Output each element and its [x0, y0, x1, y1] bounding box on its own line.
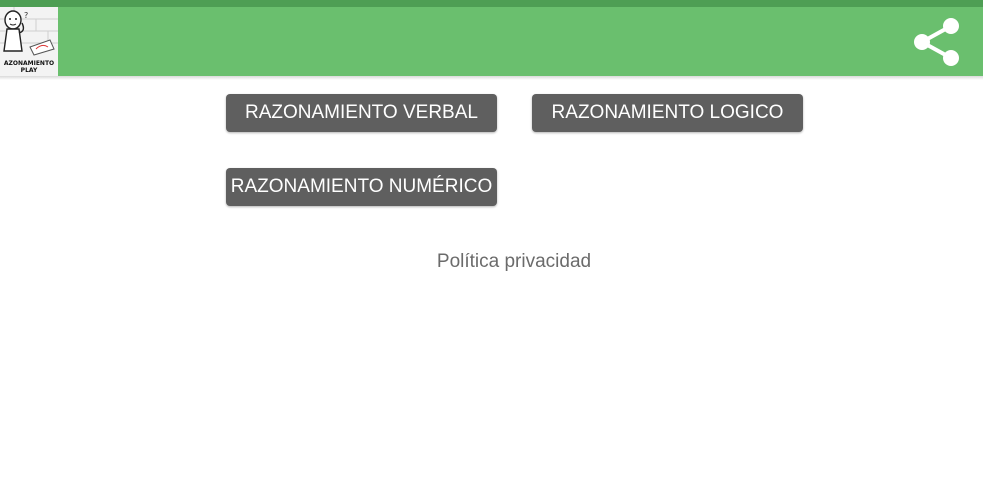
svg-text:?: ?	[24, 11, 28, 20]
app-bar: ? AZONAMIENTO PLAY	[0, 7, 983, 76]
share-icon	[914, 18, 959, 66]
razonamiento-verbal-button[interactable]: RAZONAMIENTO VERBAL	[226, 94, 497, 132]
app-logo-text: AZONAMIENTO PLAY	[0, 60, 58, 74]
razonamiento-logico-button[interactable]: RAZONAMIENTO LOGICO	[532, 94, 803, 132]
thinking-person-icon: ?	[0, 7, 58, 62]
app-bar-shadow	[0, 76, 983, 80]
privacy-policy-link[interactable]: Política privacidad	[380, 251, 648, 273]
share-button[interactable]	[911, 16, 963, 68]
razonamiento-numerico-button[interactable]: RAZONAMIENTO NUMÉRICO	[226, 168, 497, 206]
logo-text-line2: PLAY	[20, 67, 38, 74]
logo-text-line1: AZONAMIENTO	[3, 60, 55, 67]
status-bar	[0, 0, 983, 7]
app-logo: ? AZONAMIENTO PLAY	[0, 7, 58, 76]
